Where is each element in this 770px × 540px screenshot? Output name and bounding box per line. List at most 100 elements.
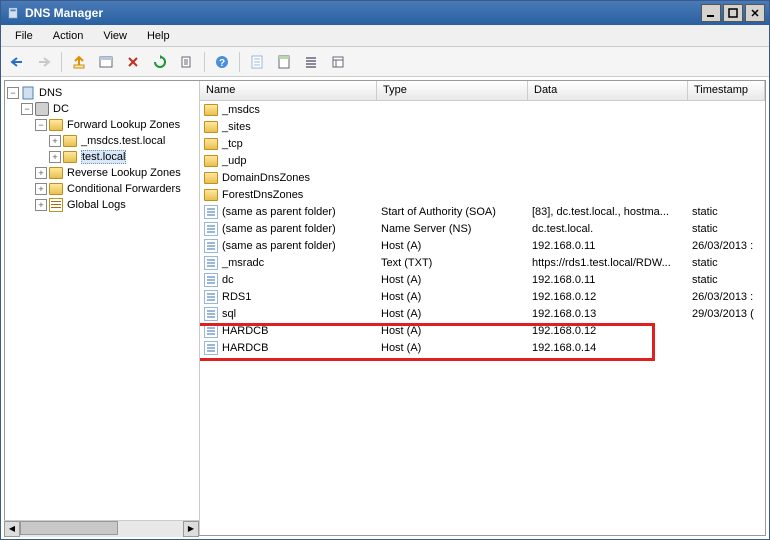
collapse-icon[interactable]: − <box>35 119 47 131</box>
record-row[interactable]: sqlHost (A)192.168.0.1329/03/2013 ( <box>200 305 765 322</box>
record-icon <box>204 307 218 321</box>
forward-button <box>32 50 56 74</box>
col-timestamp[interactable]: Timestamp <box>688 81 765 100</box>
record-timestamp: static <box>688 222 765 236</box>
folder-icon <box>204 172 218 184</box>
folder-icon <box>204 104 218 116</box>
folder-icon <box>204 189 218 201</box>
tree-label: _msdcs.test.local <box>81 135 165 147</box>
record-row[interactable]: HARDCBHost (A)192.168.0.14 <box>200 339 765 356</box>
column-headers: Name Type Data Timestamp <box>200 81 765 101</box>
record-type: Host (A) <box>377 324 528 338</box>
record-row[interactable]: (same as parent folder)Start of Authorit… <box>200 203 765 220</box>
scroll-left-button[interactable]: ◀ <box>4 521 20 537</box>
close-button[interactable] <box>745 4 765 22</box>
tree-hscroll[interactable]: ◀ ▶ <box>4 520 199 536</box>
expand-icon[interactable]: + <box>49 151 61 163</box>
record-row[interactable]: _msradcText (TXT)https://rds1.test.local… <box>200 254 765 271</box>
record-timestamp <box>688 330 765 332</box>
record-row[interactable]: (same as parent folder)Host (A)192.168.0… <box>200 237 765 254</box>
folder-icon <box>49 183 63 195</box>
folder-row[interactable]: DomainDnsZones <box>200 169 765 186</box>
record-name: sql <box>222 308 236 320</box>
expand-icon[interactable]: + <box>35 199 47 211</box>
tree-forward-zones[interactable]: − Forward Lookup Zones <box>7 117 197 133</box>
log-icon <box>49 198 63 212</box>
tree-label: Conditional Forwarders <box>67 183 181 195</box>
record-data: [83], dc.test.local., hostma... <box>528 205 688 219</box>
tree-label: Forward Lookup Zones <box>67 119 180 131</box>
record-icon <box>204 222 218 236</box>
titlebar[interactable]: DNS Manager <box>1 1 769 25</box>
record-data: 192.168.0.12 <box>528 290 688 304</box>
delete-button[interactable] <box>121 50 145 74</box>
detail-button[interactable] <box>326 50 350 74</box>
record-data: 192.168.0.13 <box>528 307 688 321</box>
expand-icon[interactable]: + <box>35 167 47 179</box>
record-data: 192.168.0.12 <box>528 324 688 338</box>
folder-row[interactable]: _sites <box>200 118 765 135</box>
col-name[interactable]: Name <box>200 81 377 100</box>
folder-icon <box>204 155 218 167</box>
tree-reverse-zones[interactable]: + Reverse Lookup Zones <box>7 165 197 181</box>
tree-global-logs[interactable]: + Global Logs <box>7 197 197 213</box>
maximize-button[interactable] <box>723 4 743 22</box>
scroll-thumb[interactable] <box>20 521 118 535</box>
tree-server-dc[interactable]: − DC <box>7 101 197 117</box>
col-data[interactable]: Data <box>528 81 688 100</box>
help-button[interactable]: ? <box>210 50 234 74</box>
new-dialog-button[interactable] <box>94 50 118 74</box>
dns-icon <box>21 86 35 100</box>
up-button[interactable] <box>67 50 91 74</box>
record-type: Host (A) <box>377 273 528 287</box>
menu-action[interactable]: Action <box>43 28 94 44</box>
record-data: https://rds1.test.local/RDW... <box>528 256 688 270</box>
new-record-button[interactable] <box>245 50 269 74</box>
record-data: dc.test.local. <box>528 222 688 236</box>
folder-icon <box>204 138 218 150</box>
collapse-icon[interactable]: − <box>21 103 33 115</box>
folder-name: _msdcs <box>222 104 260 116</box>
menu-view[interactable]: View <box>93 28 137 44</box>
filter-button[interactable] <box>272 50 296 74</box>
record-name: dc <box>222 274 234 286</box>
record-name: (same as parent folder) <box>222 223 336 235</box>
export-button[interactable] <box>175 50 199 74</box>
scroll-right-button[interactable]: ▶ <box>183 521 199 537</box>
tree-panel[interactable]: − DNS − DC − Forward Lookup Zones + _msd… <box>5 81 200 535</box>
record-row[interactable]: HARDCBHost (A)192.168.0.12 <box>200 322 765 339</box>
folder-row[interactable]: _udp <box>200 152 765 169</box>
record-timestamp: 29/03/2013 ( <box>688 307 765 321</box>
expand-icon[interactable]: + <box>49 135 61 147</box>
folder-row[interactable]: _tcp <box>200 135 765 152</box>
record-timestamp: 26/03/2013 : <box>688 290 765 304</box>
tree-root-dns[interactable]: − DNS <box>7 85 197 101</box>
record-type: Host (A) <box>377 239 528 253</box>
folder-name: _udp <box>222 155 246 167</box>
menu-file[interactable]: File <box>5 28 43 44</box>
tree-zone-msdcs[interactable]: + _msdcs.test.local <box>7 133 197 149</box>
record-icon <box>204 290 218 304</box>
record-list[interactable]: _msdcs _sites_tcp _udp DomainDnsZones Forest… <box>200 101 765 356</box>
record-row[interactable]: (same as parent folder)Name Server (NS)d… <box>200 220 765 237</box>
list-panel: Name Type Data Timestamp _msdcs _sites_tc… <box>200 81 765 535</box>
folder-row[interactable]: ForestDnsZones <box>200 186 765 203</box>
expand-icon[interactable]: + <box>35 183 47 195</box>
menu-help[interactable]: Help <box>137 28 180 44</box>
minimize-button[interactable] <box>701 4 721 22</box>
collapse-icon[interactable]: − <box>7 87 19 99</box>
refresh-button[interactable] <box>148 50 172 74</box>
back-button[interactable] <box>5 50 29 74</box>
record-name: (same as parent folder) <box>222 206 336 218</box>
col-type[interactable]: Type <box>377 81 528 100</box>
list-button[interactable] <box>299 50 323 74</box>
record-data: 192.168.0.11 <box>528 239 688 253</box>
tree-zone-testlocal[interactable]: + test.local <box>7 149 197 165</box>
tree-cond-forwarders[interactable]: + Conditional Forwarders <box>7 181 197 197</box>
folder-row[interactable]: _msdcs <box>200 101 765 118</box>
record-row[interactable]: RDS1Host (A)192.168.0.1226/03/2013 : <box>200 288 765 305</box>
menubar: File Action View Help <box>1 25 769 47</box>
record-row[interactable]: dcHost (A)192.168.0.11static <box>200 271 765 288</box>
folder-icon <box>49 119 63 131</box>
folder-name: DomainDnsZones <box>222 172 310 184</box>
